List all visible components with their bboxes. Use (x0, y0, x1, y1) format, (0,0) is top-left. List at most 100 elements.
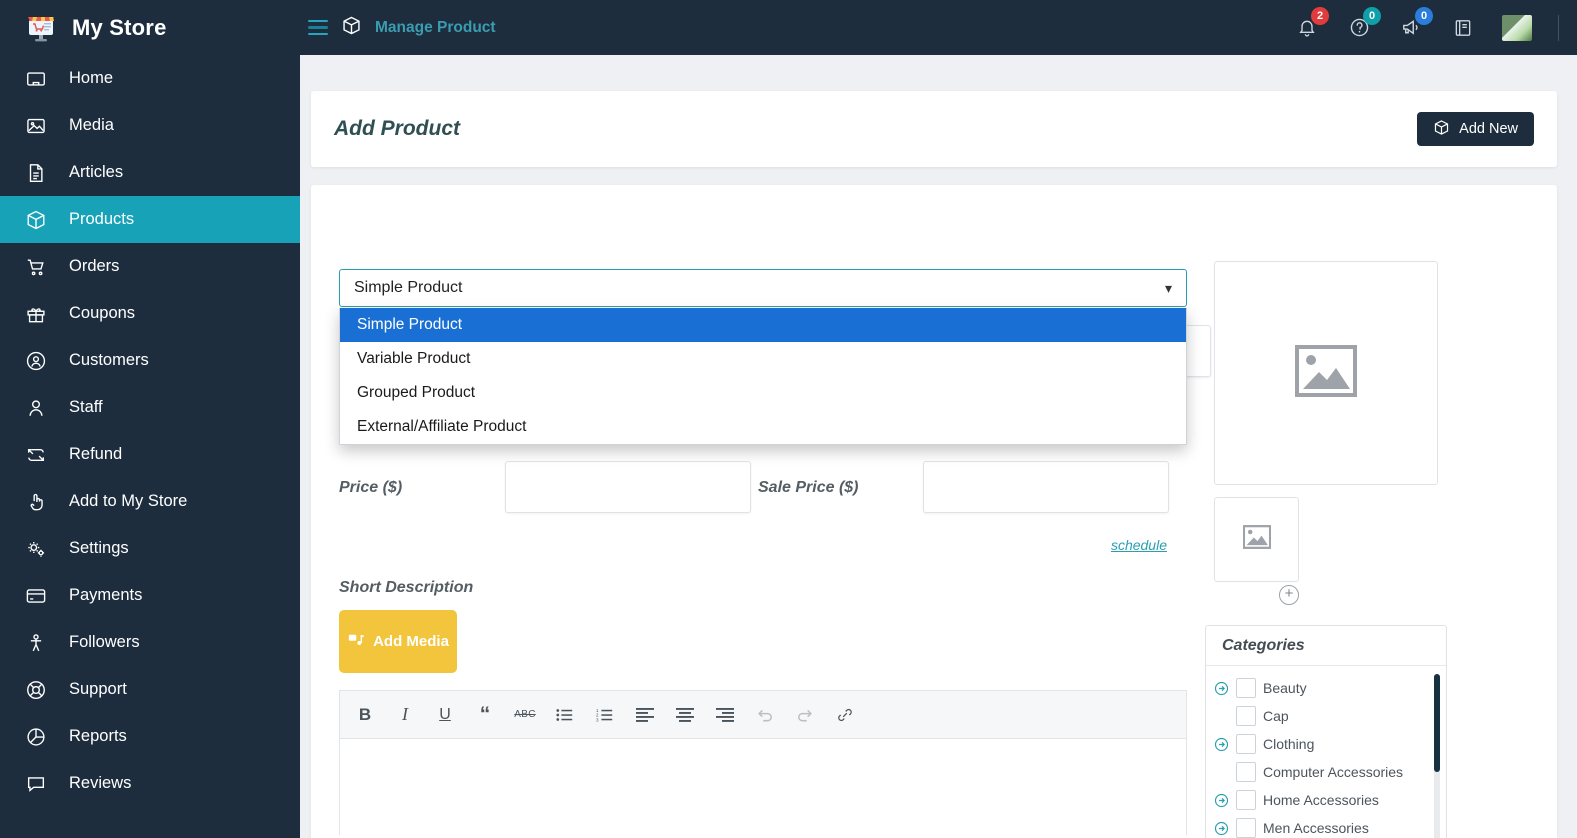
page-title: Add Product (334, 117, 460, 140)
category-row[interactable]: Beauty (1206, 674, 1446, 702)
main-image-upload[interactable] (1214, 261, 1438, 485)
sidebar-item-settings[interactable]: Settings (0, 525, 300, 572)
category-checkbox[interactable] (1236, 818, 1256, 838)
category-label: Beauty (1263, 680, 1307, 696)
underline-icon[interactable]: U (434, 704, 456, 726)
breadcrumb-label[interactable]: Manage Product (375, 19, 496, 37)
align-right-icon[interactable] (714, 704, 736, 726)
add-image-button[interactable]: + (1279, 585, 1299, 605)
product-type-option[interactable]: External/Affiliate Product (340, 410, 1186, 444)
undo-icon[interactable] (754, 704, 776, 726)
followers-icon (24, 631, 48, 655)
product-type-option[interactable]: Grouped Product (340, 376, 1186, 410)
bell-icon[interactable]: 2 (1294, 6, 1329, 41)
hamburger-menu-icon[interactable] (308, 20, 328, 35)
category-checkbox[interactable] (1236, 706, 1256, 726)
sidebar-item-followers[interactable]: Followers (0, 619, 300, 666)
product-type-option[interactable]: Simple Product (340, 308, 1186, 342)
category-label: Cap (1263, 708, 1289, 724)
sidebar-item-staff[interactable]: Staff (0, 384, 300, 431)
brand-area[interactable]: My Store (0, 11, 300, 45)
cube-icon (341, 15, 362, 41)
sale-price-input[interactable] (923, 461, 1169, 513)
category-row[interactable]: Home Accessories (1206, 786, 1446, 814)
question-circle-icon[interactable]: 0 (1346, 6, 1381, 41)
sidebar-item-customers[interactable]: Customers (0, 337, 300, 384)
category-checkbox[interactable] (1236, 734, 1256, 754)
strikethrough-icon[interactable]: ABC (514, 704, 536, 726)
redo-icon[interactable] (794, 704, 816, 726)
user-circle-icon (24, 349, 48, 373)
category-checkbox[interactable] (1236, 790, 1256, 810)
bullet-list-icon[interactable] (554, 704, 576, 726)
align-left-icon[interactable] (634, 704, 656, 726)
sidebar-item-add-to-my-store[interactable]: Add to My Store (0, 478, 300, 525)
sidebar-item-payments[interactable]: Payments (0, 572, 300, 619)
link-icon[interactable] (834, 704, 856, 726)
price-label: Price ($) (339, 479, 403, 496)
sidebar-item-reports[interactable]: Reports (0, 713, 300, 760)
sidebar-item-refund[interactable]: Refund (0, 431, 300, 478)
product-type-select[interactable]: Simple Product ▾ (339, 269, 1187, 307)
main-content: Add Product Add New Simple Product ▾ Sim… (300, 55, 1577, 838)
price-input[interactable] (505, 461, 751, 513)
category-row[interactable]: Computer Accessories (1206, 758, 1446, 786)
categories-scrollbar-track[interactable] (1434, 674, 1440, 838)
credit-card-icon (24, 584, 48, 608)
editor-body[interactable] (340, 739, 1186, 835)
book-icon[interactable] (1450, 15, 1476, 41)
categories-scrollbar-thumb[interactable] (1434, 674, 1440, 772)
pie-chart-icon (24, 725, 48, 749)
sidebar-item-label: Reports (69, 727, 127, 745)
image-thumbnail[interactable] (1214, 497, 1299, 582)
megaphone-icon[interactable]: 0 (1398, 6, 1433, 41)
sidebar-item-home[interactable]: Home (0, 55, 300, 102)
add-new-button[interactable]: Add New (1417, 112, 1534, 146)
page-header: Add Product Add New (311, 91, 1557, 167)
numbered-list-icon[interactable]: 123 (594, 704, 616, 726)
italic-icon[interactable]: I (394, 704, 416, 726)
expand-arrow-icon[interactable] (1214, 737, 1229, 752)
align-center-icon[interactable] (674, 704, 696, 726)
rich-text-editor: B I U “ ABC 123 (339, 690, 1187, 835)
product-type-options-list: Simple Product Variable Product Grouped … (339, 308, 1187, 445)
top-bar: My Store Manage Product 2 0 0 (0, 0, 1577, 55)
category-row[interactable]: Men Accessories (1206, 814, 1446, 838)
category-row[interactable]: Clothing (1206, 730, 1446, 758)
sidebar-item-products[interactable]: Products (0, 196, 300, 243)
product-type-option[interactable]: Variable Product (340, 342, 1186, 376)
bell-badge: 2 (1311, 6, 1329, 25)
hand-pointer-icon (24, 490, 48, 514)
category-row[interactable]: Cap (1206, 702, 1446, 730)
blockquote-icon[interactable]: “ (474, 704, 496, 726)
cart-icon (24, 255, 48, 279)
product-type-selected-value: Simple Product (354, 279, 463, 296)
sidebar-item-label: Refund (69, 445, 123, 463)
expand-arrow-icon[interactable] (1214, 681, 1229, 696)
category-label: Men Accessories (1263, 820, 1369, 836)
sidebar-item-label: Coupons (69, 304, 136, 322)
divider (1558, 14, 1559, 41)
schedule-link[interactable]: schedule (1111, 537, 1167, 553)
category-checkbox[interactable] (1236, 762, 1256, 782)
sidebar-item-reviews[interactable]: Reviews (0, 760, 300, 807)
sidebar-item-support[interactable]: Support (0, 666, 300, 713)
sidebar: Home Media Articles Products Orders Coup… (0, 55, 300, 838)
app-root: My Store Manage Product 2 0 0 Home Media… (0, 0, 1577, 838)
expand-arrow-icon[interactable] (1214, 821, 1229, 836)
category-checkbox[interactable] (1236, 678, 1256, 698)
sidebar-item-orders[interactable]: Orders (0, 243, 300, 290)
category-label: Home Accessories (1263, 792, 1379, 808)
bold-icon[interactable]: B (354, 704, 376, 726)
expand-arrow-icon[interactable] (1214, 793, 1229, 808)
megaphone-badge: 0 (1415, 6, 1433, 25)
gears-icon (24, 537, 48, 561)
sidebar-item-label: Orders (69, 257, 120, 275)
avatar[interactable] (1502, 14, 1532, 41)
sidebar-item-articles[interactable]: Articles (0, 149, 300, 196)
sidebar-item-coupons[interactable]: Coupons (0, 290, 300, 337)
add-media-button[interactable]: Add Media (339, 610, 457, 673)
add-media-label: Add Media (373, 633, 449, 650)
sidebar-item-label: Payments (69, 586, 143, 604)
sidebar-item-media[interactable]: Media (0, 102, 300, 149)
